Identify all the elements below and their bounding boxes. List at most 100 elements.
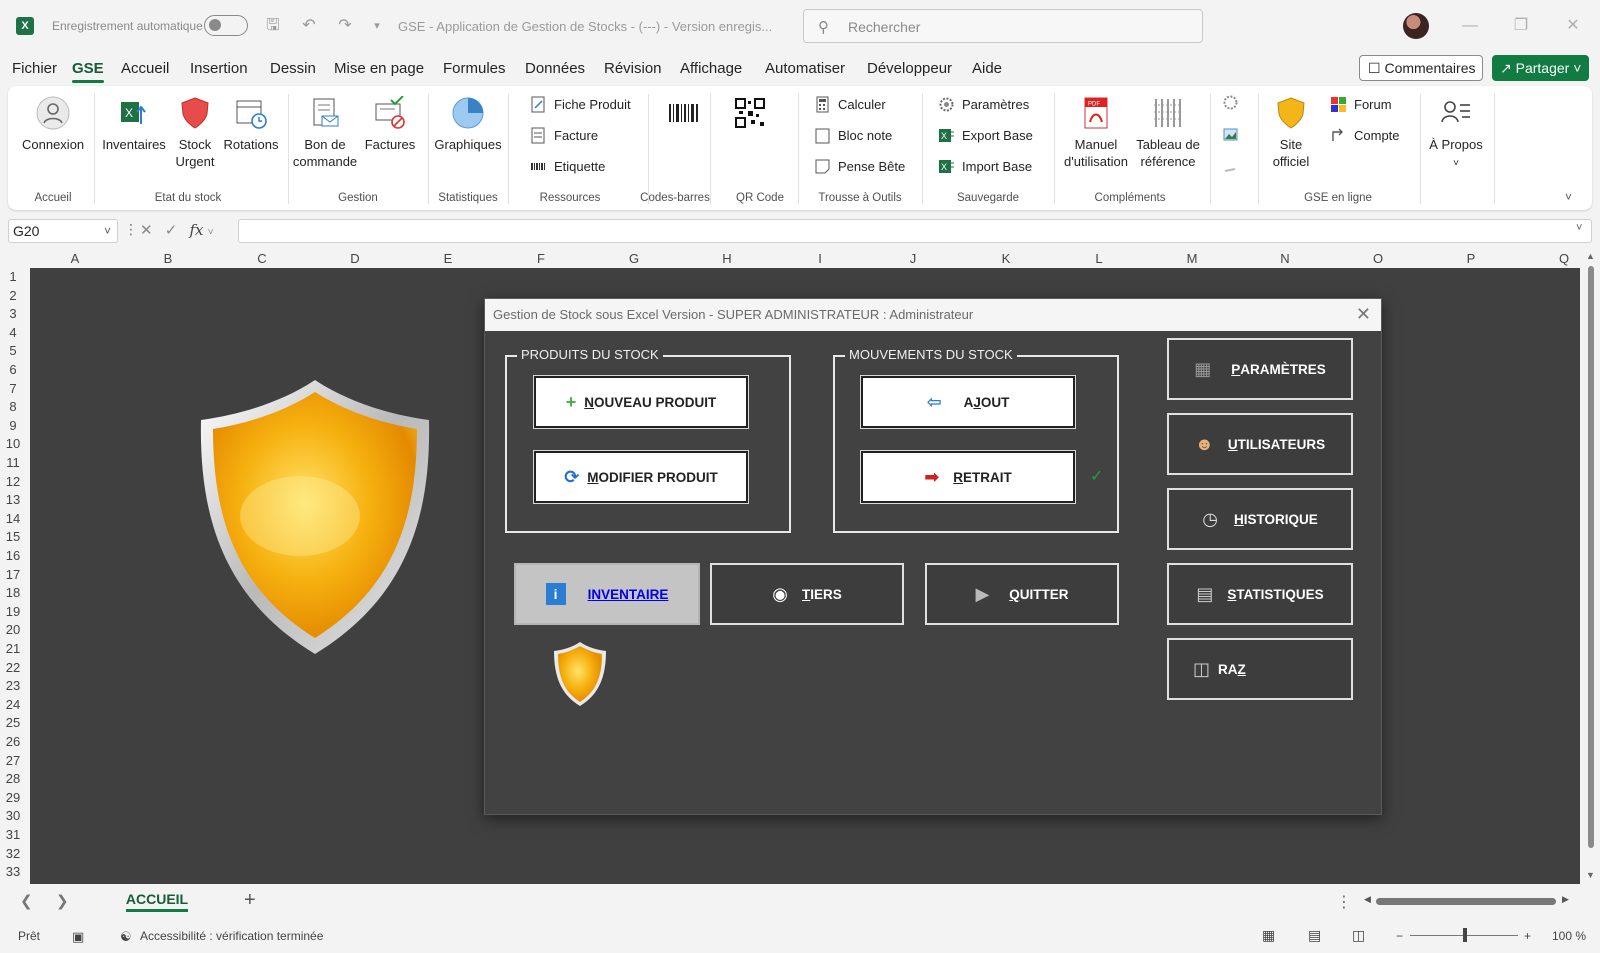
column-header[interactable]: Q xyxy=(1554,251,1574,266)
column-header[interactable]: C xyxy=(252,251,272,266)
collapse-ribbon-icon[interactable]: ˅ xyxy=(1565,190,1572,204)
quitter-button[interactable]: ▶ Q UITTER xyxy=(925,563,1119,625)
row-header[interactable]: 27 xyxy=(0,753,26,768)
sheet-tab-accueil[interactable]: ACCUEIL xyxy=(118,888,196,914)
formula-input[interactable] xyxy=(238,219,1592,243)
retrait-button[interactable]: ➡ R ETRAIT xyxy=(861,451,1075,503)
expand-formula-icon[interactable]: ˅ xyxy=(1576,222,1582,234)
name-box[interactable]: G20 ˅ xyxy=(8,219,118,243)
tab-donnees[interactable]: Données xyxy=(525,60,585,77)
save-icon[interactable]: 🖫 xyxy=(262,15,284,37)
row-header[interactable]: 21 xyxy=(0,641,26,656)
redo-icon[interactable]: ↷ xyxy=(334,15,356,37)
row-header[interactable]: 3 xyxy=(0,306,26,321)
nouveau-produit-button[interactable]: + N OUVEAU PRODUIT xyxy=(534,376,748,428)
apropos-button[interactable]: À Propos ˅ xyxy=(1424,96,1488,172)
connexion-button[interactable]: Connexion xyxy=(22,96,84,153)
accessibility-icon[interactable]: ☯ xyxy=(120,929,132,945)
tab-developpeur[interactable]: Développeur xyxy=(867,60,952,77)
column-header[interactable]: E xyxy=(438,251,458,266)
minimize-icon[interactable]: — xyxy=(1457,14,1483,38)
row-header[interactable]: 22 xyxy=(0,660,26,675)
misc-small-button[interactable] xyxy=(1222,158,1246,175)
row-header[interactable]: 19 xyxy=(0,604,26,619)
factures-button[interactable]: Factures xyxy=(360,96,420,153)
row-header[interactable]: 30 xyxy=(0,808,26,823)
page-break-icon[interactable]: ◫ xyxy=(1352,927,1365,944)
comments-button[interactable]: ☐ Commentaires xyxy=(1359,55,1483,81)
zoom-slider-thumb[interactable] xyxy=(1463,928,1467,942)
utilisateurs-button[interactable]: ☻ U TILISATEURS xyxy=(1167,413,1353,475)
tab-gse[interactable]: GSE xyxy=(72,60,104,83)
column-header[interactable]: B xyxy=(158,251,178,266)
tab-revision[interactable]: Révision xyxy=(604,60,662,77)
zoom-out-icon[interactable]: − xyxy=(1396,929,1403,943)
scrollbar-thumb[interactable] xyxy=(1588,266,1594,848)
historique-button[interactable]: ◷ H ISTORIQUE xyxy=(1167,488,1353,550)
row-header[interactable]: 28 xyxy=(0,771,26,786)
zoom-level[interactable]: 100 % xyxy=(1552,929,1586,943)
row-header[interactable]: 6 xyxy=(0,362,26,377)
tab-mise-en-page[interactable]: Mise en page xyxy=(334,60,424,77)
zoom-in-icon[interactable]: + xyxy=(1524,929,1531,943)
row-header[interactable]: 20 xyxy=(0,622,26,637)
page-layout-icon[interactable]: ▤ xyxy=(1308,927,1321,944)
parametres-ribbon-button[interactable]: Paramètres xyxy=(938,96,1029,113)
close-icon[interactable]: ✕ xyxy=(1560,14,1586,38)
scroll-right-icon[interactable]: ▶ xyxy=(1562,894,1569,905)
row-header[interactable]: 23 xyxy=(0,678,26,693)
raz-button[interactable]: ◫ RA Z xyxy=(1167,638,1353,700)
next-sheet-icon[interactable]: ❯ xyxy=(56,892,69,910)
restore-icon[interactable]: ❐ xyxy=(1508,14,1534,38)
row-header[interactable]: 26 xyxy=(0,734,26,749)
row-header[interactable]: 14 xyxy=(0,511,26,526)
column-header[interactable]: I xyxy=(810,251,830,266)
bon-de-commande-button[interactable]: Bon de commande xyxy=(292,96,358,170)
previous-sheet-icon[interactable]: ❮ xyxy=(20,892,33,910)
bloc-note-button[interactable]: Bloc note xyxy=(814,127,892,144)
search-input[interactable]: ⚲ Rechercher xyxy=(803,9,1203,43)
statistiques-button[interactable]: ▤ S TATISTIQUES xyxy=(1167,563,1353,625)
row-header[interactable]: 5 xyxy=(0,343,26,358)
tab-accueil[interactable]: Accueil xyxy=(121,60,169,77)
row-header[interactable]: 4 xyxy=(0,325,26,340)
more-options-icon[interactable]: ⋮ xyxy=(1336,892,1352,912)
column-header[interactable]: J xyxy=(903,251,923,266)
parametres-button[interactable]: ▦ P ARAMÈTRES xyxy=(1167,338,1353,400)
scroll-left-icon[interactable]: ◀ xyxy=(1364,894,1371,905)
tab-insertion[interactable]: Insertion xyxy=(190,60,248,77)
manuel-button[interactable]: PDF Manuel d'utilisation xyxy=(1058,96,1134,170)
column-header[interactable]: O xyxy=(1368,251,1388,266)
rotations-button[interactable]: Rotations xyxy=(222,96,280,153)
column-header[interactable]: H xyxy=(717,251,737,266)
close-icon[interactable]: ✕ xyxy=(1356,304,1371,325)
cancel-icon[interactable]: ✕ xyxy=(140,222,153,239)
avatar[interactable] xyxy=(1403,13,1429,39)
macro-record-icon[interactable]: ▣ xyxy=(72,929,84,945)
codes-barres-button[interactable] xyxy=(664,98,704,138)
row-header[interactable]: 17 xyxy=(0,567,26,582)
inventaires-button[interactable]: X Inventaires xyxy=(102,96,166,153)
scrollbar-thumb[interactable] xyxy=(1376,898,1556,905)
calculer-button[interactable]: Calculer xyxy=(814,96,886,113)
tiers-button[interactable]: ◉ T IERS xyxy=(710,563,904,625)
row-header[interactable]: 9 xyxy=(0,418,26,433)
stock-urgent-button[interactable]: Stock Urgent xyxy=(170,96,220,170)
autosave-toggle[interactable] xyxy=(204,15,248,36)
row-header[interactable]: 1 xyxy=(0,269,26,284)
column-header[interactable]: A xyxy=(65,251,85,266)
customize-quick-access-icon[interactable]: ▾ xyxy=(366,15,388,37)
add-sheet-icon[interactable]: + xyxy=(244,889,256,912)
accessibility-status[interactable]: Accessibilité : vérification terminée xyxy=(140,929,323,943)
column-header[interactable]: N xyxy=(1275,251,1295,266)
column-header[interactable]: L xyxy=(1089,251,1109,266)
tab-affichage[interactable]: Affichage xyxy=(680,60,742,77)
row-header[interactable]: 2 xyxy=(0,288,26,303)
row-header[interactable]: 11 xyxy=(0,455,26,470)
scroll-down-icon[interactable]: ▼ xyxy=(1586,870,1595,880)
column-header[interactable]: K xyxy=(996,251,1016,266)
row-header[interactable]: 24 xyxy=(0,697,26,712)
tab-fichier[interactable]: Fichier xyxy=(12,60,57,77)
inventaire-button[interactable]: i I NVENTAIRE xyxy=(514,563,700,625)
row-header[interactable]: 18 xyxy=(0,585,26,600)
